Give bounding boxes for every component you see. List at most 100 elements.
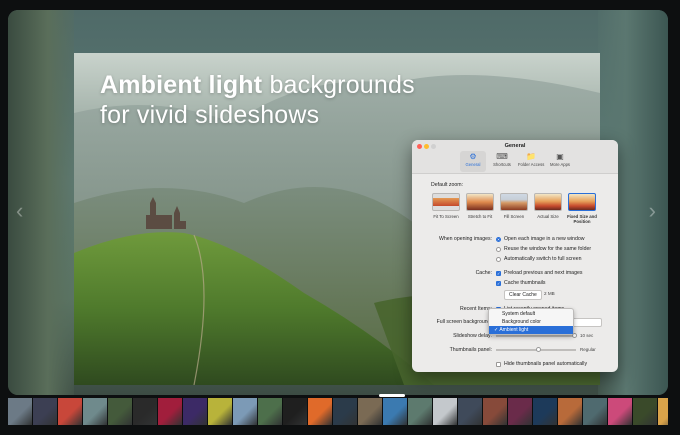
headline-line2: for vivid slideshows (100, 101, 320, 129)
filmstrip-thumbnail[interactable] (208, 398, 232, 425)
headline-bold: Ambient light (100, 71, 263, 99)
preferences-window: General ⚙ General ⌨ Shortcuts 📁 Folder A… (412, 140, 618, 372)
checkbox-label: Preload previous and next images (504, 270, 583, 276)
gear-icon: ⚙ (469, 152, 477, 161)
chevron-right-icon[interactable]: › (649, 200, 656, 222)
slideshow-delay-value: 10 sec (580, 333, 594, 338)
dropdown-option[interactable]: System default (489, 310, 573, 318)
slideshow-delay-track[interactable] (496, 335, 576, 337)
radio-button[interactable] (496, 236, 501, 242)
radio-label: Automatically switch to full screen (504, 256, 582, 262)
filmstrip-thumbnail[interactable] (283, 398, 307, 425)
prefs-toolbar: ⚙ General ⌨ Shortcuts 📁 Folder Access ▣ … (460, 151, 573, 172)
zoom-actual-size[interactable]: Actual Size (533, 193, 563, 224)
filmstrip-thumbnail[interactable] (233, 398, 257, 425)
recent-items-label: Recent Items: (459, 306, 492, 312)
checkbox-label: Hide thumbnails panel automatically (504, 361, 588, 367)
filmstrip-thumbnail[interactable] (83, 398, 107, 425)
checkbox[interactable]: ✓ (496, 270, 501, 276)
filmstrip-thumbnail[interactable] (408, 398, 432, 425)
filmstrip-thumbnail[interactable] (108, 398, 132, 425)
filmstrip-thumbnail[interactable] (483, 398, 507, 425)
default-zoom-label: Default zoom: (431, 182, 464, 188)
radio-label: Reuse the window for the same folder (504, 246, 592, 252)
filmstrip-thumbnail[interactable] (508, 398, 532, 425)
filmstrip-thumbnail[interactable] (433, 398, 457, 425)
cache-label: Cache: (475, 270, 492, 276)
dropdown-option-label: Ambient light (499, 327, 529, 333)
filmstrip-thumbnail[interactable] (58, 398, 82, 425)
filmstrip-thumbnail[interactable] (608, 398, 632, 425)
zoom-caption: Stretch to Fit (467, 214, 493, 219)
headline: Ambient light backgrounds for vivid slid… (100, 70, 415, 130)
radio-open-new-window[interactable]: Open each image in a new window (496, 236, 584, 242)
checkbox[interactable] (496, 361, 501, 367)
filmstrip-thumbnail[interactable] (458, 398, 482, 425)
filmstrip-thumbnail[interactable] (358, 398, 382, 425)
check-hide-thumbnails[interactable]: Hide thumbnails panel automatically (496, 361, 587, 367)
check-preload[interactable]: ✓ Preload previous and next images (496, 270, 582, 276)
check-cache-thumbnails[interactable]: ✓ Cache thumbnails (496, 280, 546, 286)
zoom-stretch-to-fit[interactable]: Stretch to Fit (465, 193, 495, 224)
zoom-options: Fit To Screen Stretch to Fit Fill Screen… (431, 193, 597, 224)
tab-shortcuts[interactable]: ⌨ Shortcuts (489, 151, 515, 172)
zoom-thumb (432, 193, 460, 211)
zoom-caption: Fixed Size and Position (567, 214, 597, 224)
chevron-left-icon[interactable]: ‹ (16, 200, 23, 222)
radio-button[interactable] (496, 256, 501, 262)
zoom-thumb (568, 193, 596, 211)
clear-cache-button[interactable]: Clear Cache (504, 290, 542, 300)
tab-shortcuts-label: Shortcuts (493, 162, 511, 167)
filmstrip-thumbnail[interactable] (383, 398, 407, 425)
thumbnails-panel-label: Thumbnails panel: (449, 347, 492, 353)
headline-line1: Ambient light backgrounds (100, 70, 415, 100)
slideshow-delay-label: Slideshow delay: (453, 333, 492, 339)
filmstrip-thumbnail[interactable] (658, 398, 668, 425)
tab-more-apps[interactable]: ▣ More Apps (547, 151, 573, 172)
checkmark-icon: ✓ (494, 327, 499, 333)
window-titlebar: General ⚙ General ⌨ Shortcuts 📁 Folder A… (412, 140, 618, 174)
zoom-caption: Fit To Screen (433, 214, 459, 219)
tab-folder-access-label: Folder Access (518, 162, 545, 167)
tab-folder-access[interactable]: 📁 Folder Access (518, 151, 544, 172)
headline-rest: backgrounds (262, 71, 415, 99)
folder-icon: 📁 (526, 152, 536, 161)
radio-auto-fullscreen[interactable]: Automatically switch to full screen (496, 256, 582, 262)
filmstrip-thumbnail[interactable] (133, 398, 157, 425)
zoom-fixed-size[interactable]: Fixed Size and Position (567, 193, 597, 224)
filmstrip-thumbnail[interactable] (183, 398, 207, 425)
zoom-thumb (534, 193, 562, 211)
opening-images-label: When opening images: (438, 236, 492, 242)
filmstrip-thumbnail[interactable] (8, 398, 32, 425)
dropdown-option[interactable]: Background color (489, 318, 573, 326)
checkbox[interactable]: ✓ (496, 280, 501, 286)
zoom-thumb (466, 193, 494, 211)
filmstrip-thumbnail[interactable] (558, 398, 582, 425)
zoom-caption: Actual Size (537, 214, 559, 219)
radio-reuse-window[interactable]: Reuse the window for the same folder (496, 246, 591, 252)
filmstrip-thumbnail[interactable] (33, 398, 57, 425)
filmstrip-thumbnail[interactable] (308, 398, 332, 425)
bg-dropdown-menu[interactable]: System default Background color ✓ Ambien… (488, 308, 574, 335)
filmstrip-thumbnail[interactable] (583, 398, 607, 425)
filmstrip-thumbnail[interactable] (258, 398, 282, 425)
filmstrip-thumbnail[interactable] (158, 398, 182, 425)
apps-icon: ▣ (556, 152, 564, 161)
dropdown-option-selected[interactable]: ✓ Ambient light (489, 326, 573, 334)
filmstrip-thumbnail[interactable] (533, 398, 557, 425)
thumbnail-filmstrip[interactable] (8, 398, 668, 425)
radio-label: Open each image in a new window (504, 236, 585, 242)
checkbox-label: Cache thumbnails (504, 280, 546, 286)
tab-general-label: General (465, 162, 481, 167)
zoom-fill-screen[interactable]: Fill Screen (499, 193, 529, 224)
tab-general[interactable]: ⚙ General (460, 151, 486, 172)
zoom-caption: Fill Screen (503, 214, 525, 219)
filmstrip-thumbnail[interactable] (633, 398, 657, 425)
tab-more-apps-label: More Apps (549, 162, 571, 167)
thumbnails-panel-thumb[interactable] (536, 347, 541, 352)
zoom-fit-to-screen[interactable]: Fit To Screen (431, 193, 461, 224)
zoom-thumb (500, 193, 528, 211)
keyboard-icon: ⌨ (496, 152, 508, 161)
filmstrip-thumbnail[interactable] (333, 398, 357, 425)
radio-button[interactable] (496, 246, 501, 252)
